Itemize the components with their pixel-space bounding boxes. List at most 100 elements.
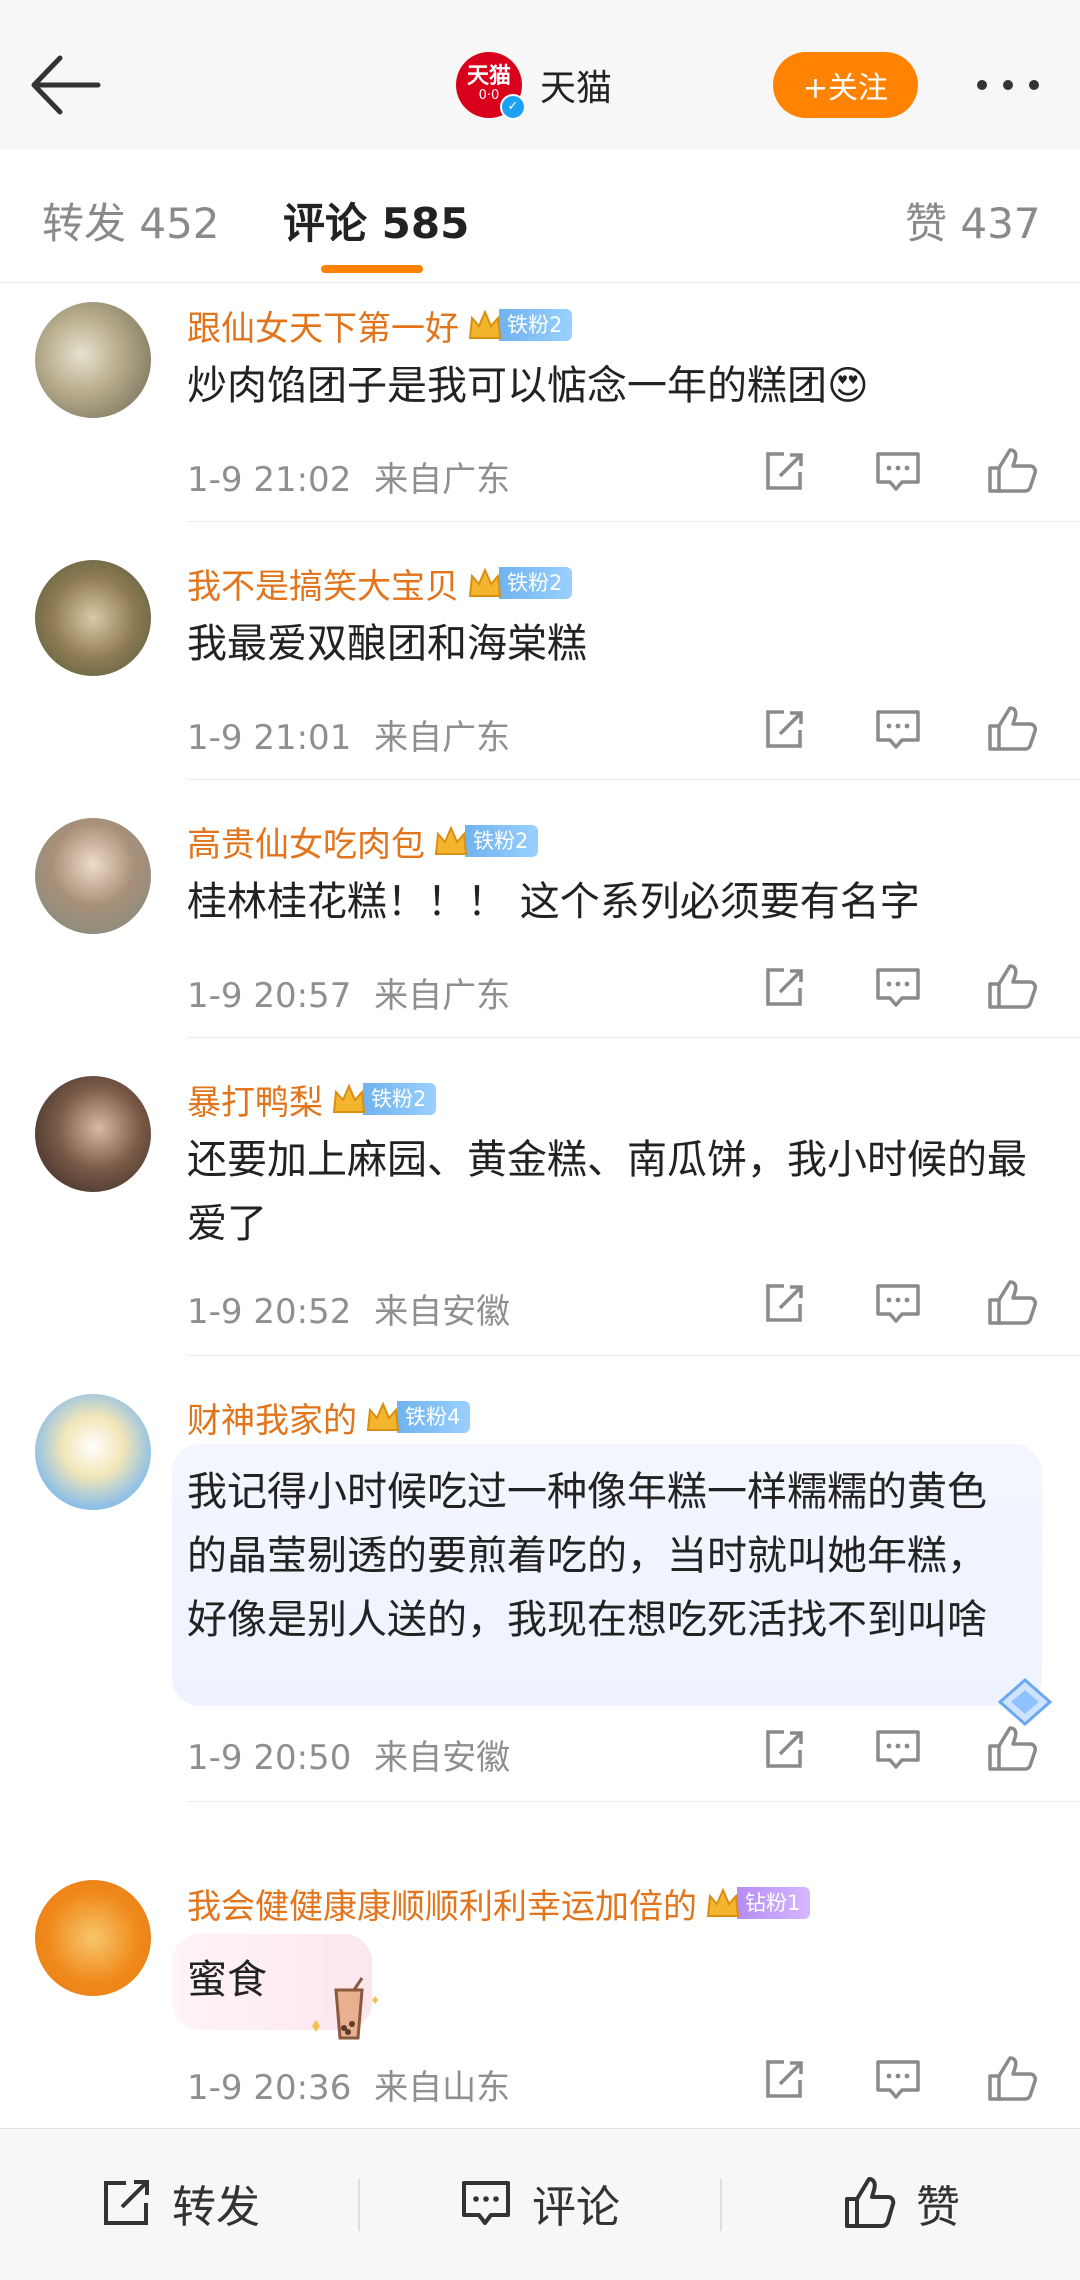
fan-badge-label: 铁粉2: [499, 567, 573, 599]
comment-icon[interactable]: [868, 2054, 928, 2104]
comment-user: 财神我家的 铁粉4: [187, 1392, 471, 1442]
comment-time: 1-9 20:52: [187, 1292, 352, 1332]
comment-icon[interactable]: [868, 704, 928, 754]
share-icon[interactable]: [754, 704, 814, 754]
share-icon: [104, 2180, 149, 2225]
share-icon[interactable]: [754, 2054, 814, 2104]
comment-label: 评论: [532, 2182, 620, 2233]
comment-icon: [462, 2181, 510, 2225]
username[interactable]: 跟仙女天下第一好: [187, 301, 459, 350]
share-icon[interactable]: [754, 962, 814, 1012]
username[interactable]: 高贵仙女吃肉包: [187, 817, 425, 866]
fan-badge: 铁粉2: [467, 566, 573, 600]
fan-badge: 铁粉2: [433, 824, 539, 858]
share-icon[interactable]: [754, 1278, 814, 1328]
comment-button[interactable]: 评论: [458, 2171, 620, 2235]
username[interactable]: 我会健健康康顺顺利利幸运加倍的: [187, 1879, 697, 1928]
thumbs-up-icon[interactable]: [982, 962, 1042, 1012]
avatar-logo-text: 天猫: [466, 64, 511, 89]
fan-badge-label: 铁粉4: [397, 1401, 471, 1433]
more-button[interactable]: [968, 62, 1048, 108]
crown-icon: [706, 1887, 740, 1917]
like-button[interactable]: 赞: [842, 2171, 960, 2235]
verified-icon: ✓: [500, 94, 526, 120]
comment-location: 来自山东: [374, 2068, 511, 2108]
tab-like[interactable]: 赞 437: [905, 190, 1041, 251]
fan-badge: 钻粉1: [705, 1886, 811, 1920]
comment-icon[interactable]: [868, 446, 928, 496]
account-header[interactable]: 天猫 0·0 ✓ 天猫: [456, 50, 612, 120]
fan-badge: 铁粉2: [331, 1082, 437, 1116]
comment-item: 我不是搞笑大宝贝 铁粉2 我最爱双酿团和海棠糕 1-9 21:01 来自广东: [0, 540, 1080, 780]
tab-comment[interactable]: 评论 585: [283, 190, 469, 251]
comment-text: 炒肉馅团子是我可以惦念一年的糕团😍: [187, 363, 869, 409]
account-name[interactable]: 天猫: [540, 59, 612, 111]
back-arrow-icon: [31, 55, 101, 115]
comment-meta: 1-9 20:50 来自安徽: [187, 1730, 510, 1779]
comment-user: 高贵仙女吃肉包 铁粉2: [187, 816, 539, 866]
comment-location: 来自广东: [374, 976, 511, 1016]
comment-actions: [754, 1278, 1042, 1328]
user-avatar[interactable]: [35, 302, 151, 418]
user-avatar[interactable]: [35, 1076, 151, 1192]
comment-meta: 1-9 21:02 来自广东: [187, 452, 510, 501]
diamond-sticker-icon: [997, 1678, 1053, 1726]
comment-meta: 1-9 20:57 来自广东: [187, 968, 510, 1017]
bottom-action-bar: 转发 评论 赞: [0, 2128, 1080, 2280]
crown-icon: [468, 309, 502, 339]
thumbs-up-icon[interactable]: [982, 2054, 1042, 2104]
back-button[interactable]: [26, 50, 106, 120]
fan-badge-label: 钻粉1: [737, 1887, 811, 1919]
thumbs-up-icon[interactable]: [982, 1278, 1042, 1328]
comment-text: 蜜食: [187, 1957, 267, 2003]
share-icon[interactable]: [754, 446, 814, 496]
comment-user: 跟仙女天下第一好 铁粉2: [187, 300, 573, 350]
tab-repost[interactable]: 转发 452: [42, 190, 220, 251]
repost-button[interactable]: 转发: [98, 2171, 260, 2235]
comment-icon[interactable]: [868, 962, 928, 1012]
comment-location: 来自广东: [374, 460, 511, 500]
thumbs-up-icon[interactable]: [982, 1724, 1042, 1774]
user-avatar[interactable]: [35, 1394, 151, 1510]
crown-icon: [332, 1083, 366, 1113]
divider: [187, 1355, 1080, 1356]
like-label: 赞: [916, 2182, 960, 2233]
divider: [187, 1801, 1080, 1802]
username[interactable]: 财神我家的: [187, 1393, 357, 1442]
thumbs-up-icon[interactable]: [982, 704, 1042, 754]
fan-badge-label: 铁粉2: [363, 1083, 437, 1115]
comment-time: 1-9 20:36: [187, 2068, 352, 2108]
username[interactable]: 我不是搞笑大宝贝: [187, 559, 459, 608]
comment-text: 还要加上麻园、黄金糕、南瓜饼，我小时候的最爱了: [187, 1137, 1027, 1247]
crown-icon: [468, 567, 502, 597]
thumbs-up-icon[interactable]: [982, 446, 1042, 496]
avatar-logo-subtext: 0·0: [478, 88, 500, 103]
account-avatar[interactable]: 天猫 0·0 ✓: [456, 52, 526, 120]
follow-button[interactable]: +关注: [773, 52, 918, 118]
comment-location: 来自安徽: [374, 1292, 511, 1332]
comment-item: 暴打鸭梨 铁粉2 还要加上麻园、黄金糕、南瓜饼，我小时候的最爱了 1-9 20:…: [0, 1056, 1080, 1356]
user-avatar[interactable]: [35, 560, 151, 676]
fan-badge-label: 铁粉2: [465, 825, 539, 857]
top-bar: 天猫 0·0 ✓ 天猫 +关注: [0, 0, 1080, 151]
comment-item: 高贵仙女吃肉包 铁粉2 桂林桂花糕！！！ 这个系列必须要有名字 1-9 20:5…: [0, 798, 1080, 1038]
comment-text: 我最爱双酿团和海棠糕: [187, 621, 587, 667]
username[interactable]: 暴打鸭梨: [187, 1075, 323, 1124]
share-icon[interactable]: [754, 1724, 814, 1774]
comment-time: 1-9 20:50: [187, 1738, 352, 1778]
more-dots-icon: [977, 80, 1039, 90]
fan-badge: 铁粉2: [467, 308, 573, 342]
comment-actions: [754, 2054, 1042, 2104]
bottom-divider: [358, 2179, 360, 2231]
comment-icon[interactable]: [868, 1724, 928, 1774]
comment-icon[interactable]: [868, 1278, 928, 1328]
divider: [187, 521, 1080, 522]
user-avatar[interactable]: [35, 818, 151, 934]
tab-active-indicator: [321, 265, 423, 273]
comment-actions: [754, 446, 1042, 496]
user-avatar[interactable]: [35, 1880, 151, 1996]
comment-location: 来自广东: [374, 718, 511, 758]
fan-badge-label: 铁粉2: [499, 309, 573, 341]
thumbs-up-icon: [845, 2177, 896, 2228]
crown-icon: [434, 825, 468, 855]
